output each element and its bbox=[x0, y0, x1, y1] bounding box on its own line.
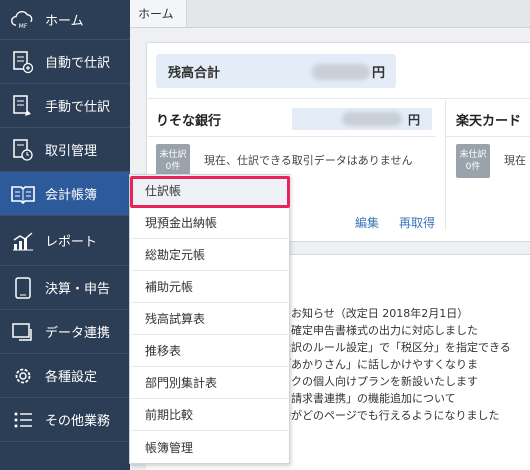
sidebar-item-label: 会計帳簿 bbox=[45, 188, 98, 203]
submenu-item-label: 補助元帳 bbox=[145, 280, 194, 294]
account-row-divider bbox=[146, 136, 436, 137]
news-line[interactable]: ド請求書連携」の機能追加について bbox=[280, 391, 456, 406]
account-row-divider bbox=[446, 136, 530, 137]
svg-text:MF: MF bbox=[19, 22, 28, 29]
sidebar-item-label: その他業務 bbox=[45, 414, 111, 429]
tablet-icon bbox=[10, 276, 36, 300]
account-note: 現在、仕訳できる取引データはありません bbox=[204, 154, 413, 167]
sidebar-item-label: ホーム bbox=[45, 14, 84, 29]
sidebar-item-label: レポート bbox=[45, 235, 98, 250]
sidebar: MF ホーム 自動で仕訳 手動で仕訳 取引管理 会計帳簿 レポート 決算・申告 … bbox=[0, 0, 130, 470]
submenu-item-label: 帳簿管理 bbox=[145, 440, 194, 455]
refresh-link[interactable]: 再取得 bbox=[399, 214, 435, 231]
submenu-item-general-ledger[interactable]: 総勘定元帳 bbox=[131, 239, 288, 271]
submenu-item-cash-book[interactable]: 現預金出納帳 bbox=[131, 207, 288, 239]
submenu-item-label: 現預金出納帳 bbox=[145, 216, 218, 230]
submenu-item-journal[interactable]: 仕訳帳 bbox=[131, 175, 288, 207]
breadcrumb-home[interactable]: ホーム bbox=[138, 5, 174, 22]
submenu-item-transition[interactable]: 推移表 bbox=[131, 335, 288, 367]
sidebar-item-manual-journal[interactable]: 手動で仕訳 bbox=[0, 84, 130, 128]
sidebar-item-home[interactable]: MF ホーム bbox=[0, 0, 130, 40]
badge-label: 未仕訳 bbox=[159, 150, 187, 160]
badge-count: 0件 bbox=[465, 162, 481, 172]
total-balance-value-blurred bbox=[312, 64, 370, 80]
account-note: 現在 bbox=[504, 154, 526, 167]
transaction-icon bbox=[10, 138, 36, 162]
news-line[interactable]: ックの個人向けプランを新設いたします bbox=[280, 374, 478, 389]
news-line[interactable]: 替がどのページでも行えるようになりました bbox=[280, 408, 499, 423]
news-line[interactable]: 仕訳のルール設定」で「税区分」を指定できる bbox=[280, 340, 511, 355]
news-line[interactable]: のお知らせ（改定日 2018年2月1日） bbox=[280, 306, 468, 321]
submenu-item-label: 総勘定元帳 bbox=[145, 248, 206, 262]
book-icon bbox=[10, 182, 36, 206]
unjournaled-badge: 未仕訳 0件 bbox=[156, 144, 190, 178]
account-divider bbox=[445, 100, 446, 230]
sidebar-item-label: データ連携 bbox=[45, 326, 111, 341]
gear-icon bbox=[10, 364, 36, 388]
panel-divider bbox=[146, 98, 530, 99]
sidebar-item-auto-journal[interactable]: 自動で仕訳 bbox=[0, 40, 130, 84]
sidebar-item-label: 自動で仕訳 bbox=[45, 56, 111, 71]
edit-link[interactable]: 編集 bbox=[355, 214, 379, 231]
manual-journal-icon bbox=[10, 94, 36, 118]
sidebar-item-settings[interactable]: 各種設定 bbox=[0, 354, 130, 398]
sidebar-item-other[interactable]: その他業務 bbox=[0, 398, 130, 442]
sidebar-item-label: 取引管理 bbox=[45, 144, 98, 159]
total-balance-label: 残高合計 bbox=[168, 65, 221, 81]
submenu-item-trial-balance[interactable]: 残高試算表 bbox=[131, 303, 288, 335]
submenu-item-label: 部門別集計表 bbox=[145, 376, 218, 390]
news-line[interactable]: の確定申告書様式の出力に対応しました bbox=[280, 323, 478, 338]
submenu-item-label: 残高試算表 bbox=[145, 312, 206, 326]
submenu-item-label: 仕訳帳 bbox=[145, 184, 182, 198]
badge-label: 未仕訳 bbox=[459, 150, 487, 160]
account-name: りそな銀行 bbox=[156, 114, 222, 129]
unjournaled-badge: 未仕訳 0件 bbox=[456, 144, 490, 178]
account-balance-unit: 円 bbox=[408, 113, 421, 127]
sidebar-item-data-link[interactable]: データ連携 bbox=[0, 310, 130, 354]
list-icon bbox=[10, 408, 36, 432]
submenu-item-book-management[interactable]: 帳簿管理 bbox=[131, 431, 288, 463]
books-submenu: 仕訳帳 現預金出納帳 総勘定元帳 補助元帳 残高試算表 推移表 部門別集計表 前… bbox=[129, 174, 290, 464]
sidebar-item-label: 各種設定 bbox=[45, 370, 98, 385]
total-balance-box: 残高合計 円 bbox=[156, 54, 396, 88]
submenu-item-label: 推移表 bbox=[145, 344, 182, 358]
mf-cloud-logo-icon: MF bbox=[10, 8, 36, 32]
sidebar-item-books[interactable]: 会計帳簿 bbox=[0, 172, 130, 216]
sidebar-item-label: 決算・申告 bbox=[45, 282, 111, 297]
account-balance-value-blurred bbox=[342, 112, 402, 126]
news-line[interactable]: 「あかりさん」に話しかけやすくなりま bbox=[280, 357, 478, 372]
top-bar: ホーム bbox=[130, 0, 530, 28]
breadcrumb[interactable]: ホーム bbox=[130, 0, 187, 27]
submenu-item-sub-ledger[interactable]: 補助元帳 bbox=[131, 271, 288, 303]
submenu-item-comparison[interactable]: 前期比較 bbox=[131, 399, 288, 431]
badge-count: 0件 bbox=[165, 162, 181, 172]
link-data-icon bbox=[10, 320, 36, 344]
auto-journal-icon bbox=[10, 50, 36, 74]
submenu-item-label: 前期比較 bbox=[145, 408, 194, 422]
sidebar-item-label: 手動で仕訳 bbox=[45, 100, 111, 115]
sidebar-item-transactions[interactable]: 取引管理 bbox=[0, 128, 130, 172]
sidebar-item-closing[interactable]: 決算・申告 bbox=[0, 266, 130, 310]
report-chart-icon bbox=[10, 229, 36, 253]
total-balance-unit: 円 bbox=[372, 66, 386, 81]
sidebar-item-reports[interactable]: レポート bbox=[0, 216, 130, 266]
account-balance-box: 円 bbox=[292, 108, 432, 130]
submenu-item-department[interactable]: 部門別集計表 bbox=[131, 367, 288, 399]
account-name: 楽天カード bbox=[456, 114, 522, 129]
